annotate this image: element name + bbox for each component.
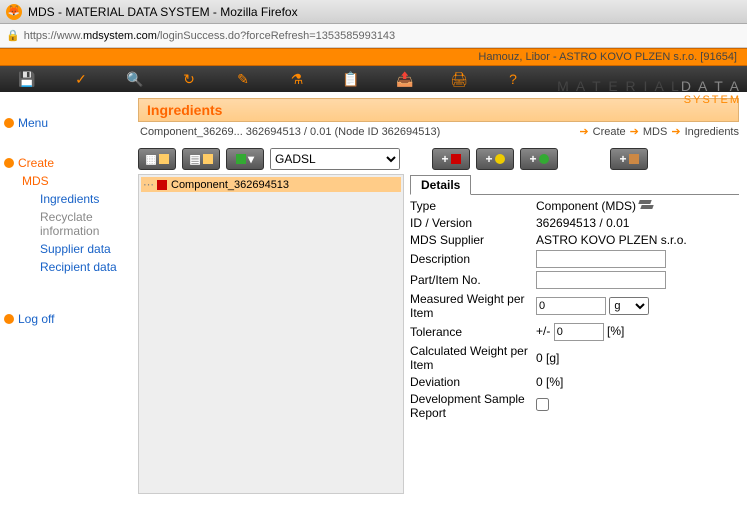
user-info-bar: Hamouz, Libor - ASTRO KOVO PLZEN s.r.o. … xyxy=(0,48,747,66)
refresh-icon[interactable]: ↻ xyxy=(162,66,216,92)
weight-unit-select[interactable]: g xyxy=(609,297,649,315)
add-red-button[interactable]: + xyxy=(432,148,470,170)
label-id-version: ID / Version xyxy=(410,216,530,230)
measured-weight-input[interactable] xyxy=(536,297,606,315)
value-id-version: 362694513 / 0.01 xyxy=(536,216,739,230)
label-measured-weight: Measured Weight per Item xyxy=(410,292,530,320)
label-part-item: Part/Item No. xyxy=(410,273,530,287)
collapse-button[interactable]: ▤ xyxy=(182,148,220,170)
breadcrumb: Component_36269... 362694513 / 0.01 (Nod… xyxy=(138,122,739,144)
tolerance-input[interactable] xyxy=(554,323,604,341)
content-area: Ingredients Component_36269... 362694513… xyxy=(130,92,747,515)
tree-toolbar: ▦ ▤ ▾ GADSL + + + + xyxy=(138,144,739,174)
layers-icon xyxy=(639,200,653,210)
breadcrumb-mds[interactable]: MDS xyxy=(643,126,667,138)
component-tree[interactable]: ⋯ Component_362694513 xyxy=(138,174,404,494)
arrow-icon: ➔ xyxy=(630,125,639,138)
part-item-input[interactable] xyxy=(536,271,666,289)
arrow-icon: ➔ xyxy=(671,125,680,138)
dev-sample-checkbox[interactable] xyxy=(536,398,549,411)
search-icon[interactable]: 🔍 xyxy=(108,66,162,92)
sidebar-item-create[interactable]: Create xyxy=(4,156,126,170)
user-info-text: Hamouz, Libor - ASTRO KOVO PLZEN s.r.o. … xyxy=(478,51,737,63)
value-deviation: 0 [%] xyxy=(536,375,739,389)
url-domain: mdsystem.com xyxy=(83,30,157,42)
label-tolerance: Tolerance xyxy=(410,325,530,339)
details-panel: Details Type Component (MDS) ID / Versio… xyxy=(410,174,739,494)
copy-icon[interactable]: 📋 xyxy=(324,66,378,92)
main-toolbar: 💾 ✓ 🔍 ↻ ✎ ⚗ 📋 📤 🖨 ? M A T E R I A LD A T… xyxy=(0,66,747,92)
description-input[interactable] xyxy=(536,250,666,268)
paste-button[interactable]: + xyxy=(610,148,648,170)
url-bar[interactable]: 🔒 https://www.mdsystem.com/loginSuccess.… xyxy=(0,24,747,48)
label-deviation: Deviation xyxy=(410,375,530,389)
breadcrumb-text: Component_36269... 362694513 / 0.01 (Nod… xyxy=(140,126,440,138)
tree-node-label: Component_362694513 xyxy=(171,179,289,191)
sidebar-item-mds[interactable]: MDS xyxy=(22,174,126,188)
help-icon[interactable]: ? xyxy=(486,66,540,92)
sidebar-item-logoff[interactable]: Log off xyxy=(4,312,126,326)
firefox-icon: 🦊 xyxy=(6,4,22,20)
window-title: MDS - MATERIAL DATA SYSTEM - Mozilla Fir… xyxy=(28,5,298,19)
value-type: Component (MDS) xyxy=(536,199,636,213)
sidebar-item-ingredients[interactable]: Ingredients xyxy=(40,192,126,206)
sidebar: Menu Create MDS Ingredients Recyclate in… xyxy=(0,92,130,515)
value-supplier: ASTRO KOVO PLZEN s.r.o. xyxy=(536,233,739,247)
breadcrumb-create[interactable]: Create xyxy=(593,126,626,138)
label-calc-weight: Calculated Weight per Item xyxy=(410,344,530,372)
brand-logo: M A T E R I A LD A T A SYSTEM xyxy=(557,78,741,106)
value-calc-weight: 0 [g] xyxy=(536,351,739,365)
label-description: Description xyxy=(410,252,530,266)
edit-icon[interactable]: ✎ xyxy=(216,66,270,92)
add-node-button[interactable]: ▾ xyxy=(226,148,264,170)
label-supplier: MDS Supplier xyxy=(410,233,530,247)
tree-node[interactable]: ⋯ Component_362694513 xyxy=(141,177,401,192)
label-type: Type xyxy=(410,199,530,213)
sidebar-item-menu[interactable]: Menu xyxy=(4,116,126,130)
print-icon[interactable]: 🖨 xyxy=(432,66,486,92)
url-prefix: https://www. xyxy=(24,30,83,42)
url-path: /loginSuccess.do?forceRefresh=1353585993… xyxy=(157,30,395,42)
window-titlebar: 🦊 MDS - MATERIAL DATA SYSTEM - Mozilla F… xyxy=(0,0,747,24)
breadcrumb-ingredients[interactable]: Ingredients xyxy=(685,126,739,138)
sidebar-item-supplier[interactable]: Supplier data xyxy=(40,242,126,256)
save-icon[interactable]: 💾 xyxy=(0,66,54,92)
tab-details[interactable]: Details xyxy=(410,175,471,195)
expand-button[interactable]: ▦ xyxy=(138,148,176,170)
label-dev-sample: Development Sample Report xyxy=(410,392,530,420)
filter-select[interactable]: GADSL xyxy=(270,148,400,170)
component-icon xyxy=(157,180,167,190)
sidebar-item-recyclate[interactable]: Recyclate information xyxy=(40,210,126,238)
flask-icon[interactable]: ⚗ xyxy=(270,66,324,92)
lock-icon: 🔒 xyxy=(6,29,20,42)
check-icon[interactable]: ✓ xyxy=(54,66,108,92)
tree-expand-icon[interactable]: ⋯ xyxy=(143,178,153,191)
add-green-button[interactable]: + xyxy=(520,148,558,170)
add-yellow-button[interactable]: + xyxy=(476,148,514,170)
send-icon[interactable]: 📤 xyxy=(378,66,432,92)
sidebar-item-recipient[interactable]: Recipient data xyxy=(40,260,126,274)
arrow-icon: ➔ xyxy=(579,125,588,138)
tolerance-unit: [%] xyxy=(607,324,624,338)
tolerance-prefix: +/- xyxy=(536,324,550,338)
